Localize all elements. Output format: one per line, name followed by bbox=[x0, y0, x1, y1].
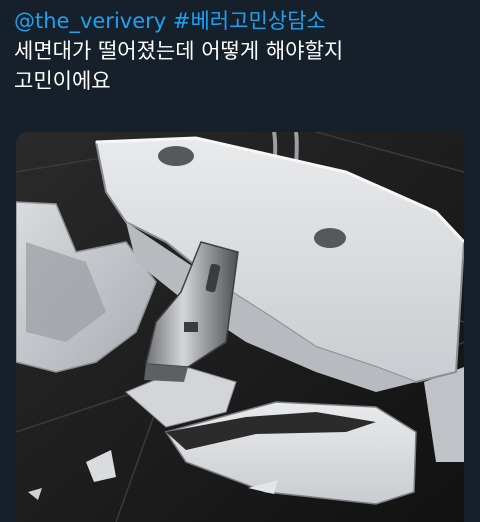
tweet-text: @the_verivery #베러고민상담소 세면대가 떨어졌는데 어떻게 해야… bbox=[14, 6, 470, 96]
tweet-line-1: @the_verivery #베러고민상담소 bbox=[14, 6, 470, 36]
faucet-hole bbox=[158, 146, 194, 166]
faucet-hole bbox=[314, 228, 346, 248]
mention-link[interactable]: @the_verivery bbox=[14, 9, 166, 33]
broken-sink-photo bbox=[16, 132, 464, 522]
tweet-line-3: 고민이에요 bbox=[14, 69, 111, 93]
tweet-card: @the_verivery #베러고민상담소 세면대가 떨어졌는데 어떻게 해야… bbox=[0, 0, 480, 522]
tweet-photo[interactable] bbox=[16, 132, 464, 522]
hashtag-link[interactable]: #베러고민상담소 bbox=[173, 9, 326, 33]
tweet-line-2: 세면대가 떨어졌는데 어떻게 해야할지 bbox=[14, 39, 344, 63]
